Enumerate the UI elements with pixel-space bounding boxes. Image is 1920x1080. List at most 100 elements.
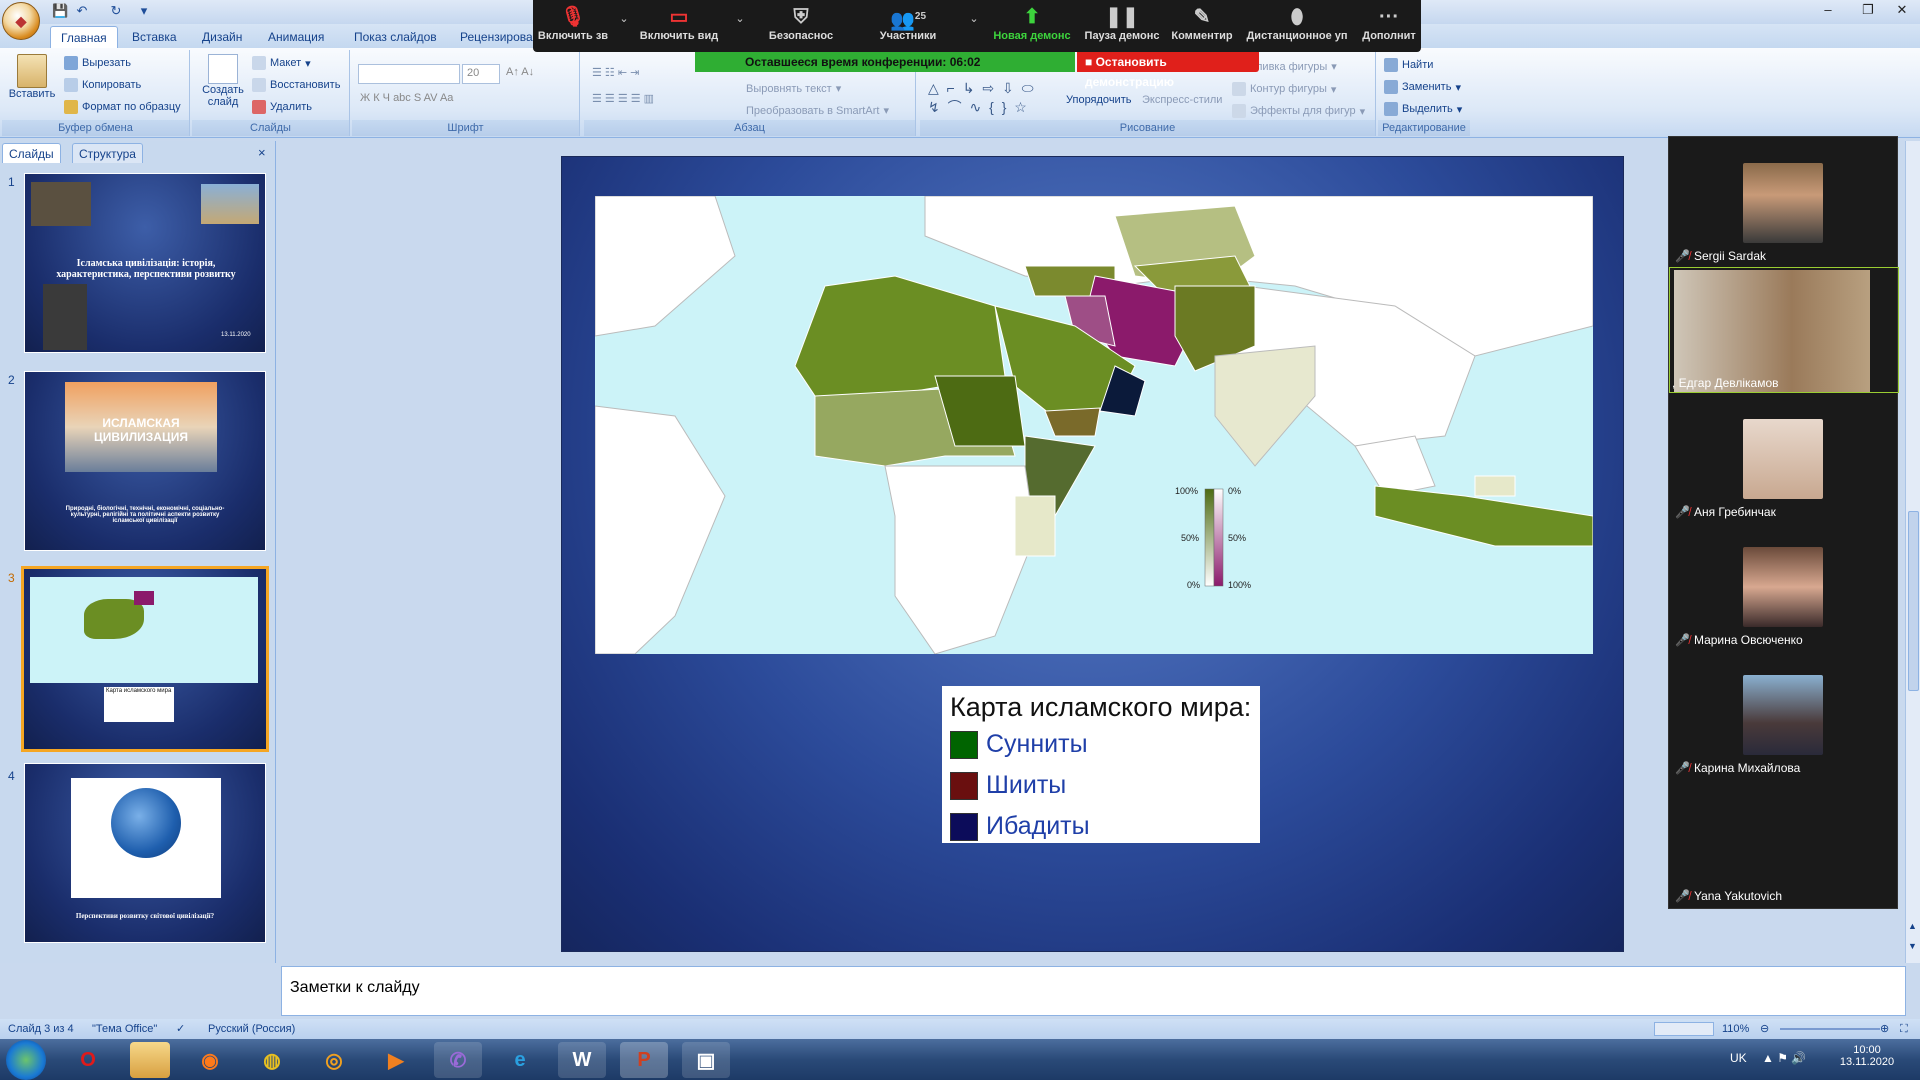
paste-icon: [17, 54, 47, 88]
participant-tile-5[interactable]: 🎤̸ Карина Михайлова: [1669, 649, 1899, 777]
clock[interactable]: 10:00 13.11.2020: [1836, 1044, 1898, 1068]
tab-home[interactable]: Главная: [50, 26, 118, 48]
explorer-icon[interactable]: [130, 1042, 170, 1078]
tab-review[interactable]: Рецензирова: [450, 26, 543, 48]
delete-slide-button[interactable]: Удалить: [252, 100, 312, 114]
undo-icon[interactable]: ↶: [74, 3, 90, 19]
scrollbar-thumb[interactable]: [1908, 511, 1919, 691]
restore-button[interactable]: ❐: [1850, 0, 1886, 20]
pause-share-button[interactable]: ❚❚ Пауза демонс: [1079, 0, 1165, 52]
quick-styles-button[interactable]: Экспресс-стили: [1142, 94, 1222, 106]
format-painter-button[interactable]: Формат по образцу: [64, 100, 181, 114]
zoom-slider[interactable]: [1780, 1028, 1880, 1030]
shape-outline-label: Контур фигуры: [1250, 83, 1327, 95]
shape-fill-button[interactable]: ливка фигуры ▾: [1256, 60, 1337, 74]
audio-options-chevron[interactable]: ⌄: [617, 12, 631, 25]
video-options-chevron[interactable]: ⌄: [733, 12, 747, 25]
save-icon[interactable]: 💾: [52, 3, 68, 19]
font-format-buttons[interactable]: Ж К Ч abc S AV Aa: [360, 92, 453, 104]
zoom-app-icon[interactable]: ▣: [682, 1042, 730, 1078]
slide-thumbnail-4[interactable]: Перспективи розвитку світової цивілізаці…: [24, 763, 266, 943]
edge-icon[interactable]: e: [496, 1042, 544, 1078]
shapes-gallery[interactable]: △ ⌐ ↳ ⇨ ⇩ ⬭ ↯ ⌒ ∿ { } ☆: [928, 80, 1036, 117]
new-share-button[interactable]: ⬆ Новая демонс: [987, 0, 1077, 52]
shape-outline-button[interactable]: Контур фигуры ▾: [1232, 82, 1336, 96]
participant-tile-4[interactable]: 🎤̸ Марина Овсюченко: [1669, 521, 1899, 649]
shape-effects-button[interactable]: Эффекты для фигур ▾: [1232, 104, 1365, 118]
participant-tile-3[interactable]: 🎤̸ Аня Гребинчак: [1669, 393, 1899, 521]
qat-customize-icon[interactable]: ▾: [136, 3, 152, 19]
participants-options-chevron[interactable]: ⌄: [967, 12, 981, 25]
powerpoint-icon[interactable]: P: [620, 1042, 668, 1078]
tab-slideshow[interactable]: Показ слайдов: [344, 26, 447, 48]
zoom-out-icon[interactable]: ⊖: [1760, 1019, 1769, 1039]
reset-button[interactable]: Восстановить: [252, 78, 340, 92]
firefox-icon[interactable]: ◉: [186, 1042, 234, 1078]
list-buttons[interactable]: ☰ ☷ ⇤ ⇥: [592, 66, 639, 79]
arrange-button[interactable]: Упорядочить: [1066, 94, 1131, 106]
start-button[interactable]: [6, 1040, 46, 1080]
annotate-button[interactable]: ✎ Комментир: [1167, 0, 1237, 52]
more-button[interactable]: ··· Дополнит: [1357, 0, 1421, 52]
chrome-icon[interactable]: ◍: [248, 1042, 296, 1078]
mouse-icon: ⬮: [1290, 6, 1304, 28]
slide-number-3: 3: [8, 571, 15, 585]
remote-control-button[interactable]: ⬮ Дистанционное уп: [1239, 0, 1355, 52]
language[interactable]: Русский (Россия): [208, 1019, 295, 1039]
font-name-combo[interactable]: [358, 64, 460, 84]
office-button[interactable]: ◆: [2, 2, 40, 40]
font-size-combo[interactable]: 20: [462, 64, 500, 84]
paste-button[interactable]: Вставить: [9, 54, 55, 100]
cut-button[interactable]: Вырезать: [64, 56, 131, 70]
view-buttons[interactable]: [1654, 1022, 1714, 1036]
slide-scrollbar[interactable]: ▲ ▼: [1905, 141, 1920, 963]
video-button[interactable]: ▭ Включить вид: [637, 0, 721, 52]
close-window-button[interactable]: ✕: [1884, 0, 1920, 20]
security-button[interactable]: ⛨ Безопаснос: [751, 0, 851, 52]
close-pane-icon[interactable]: ×: [258, 145, 266, 160]
prev-slide-icon[interactable]: ▲: [1908, 921, 1917, 931]
media-player-icon[interactable]: ▶: [372, 1042, 420, 1078]
tray-icons[interactable]: ▲ ⚑ 🔊: [1762, 1051, 1806, 1065]
participant-tile-6[interactable]: 🎤̸ Yana Yakutovich: [1669, 777, 1899, 905]
tab-outline[interactable]: Структура: [72, 143, 143, 163]
participant-tile-2[interactable]: , Едгар Девлікамов: [1669, 267, 1899, 393]
select-button[interactable]: Выделить ▾: [1384, 102, 1462, 116]
tab-slides[interactable]: Слайды: [2, 143, 61, 163]
thumb-legend: Карта исламского мира: [104, 687, 174, 722]
input-language[interactable]: UK: [1730, 1051, 1747, 1065]
copy-button[interactable]: Копировать: [64, 78, 141, 92]
mute-button[interactable]: 🎙 Включить зв: [533, 0, 613, 52]
next-slide-icon[interactable]: ▼: [1908, 941, 1917, 951]
redo-icon[interactable]: ↻: [108, 3, 124, 19]
replace-button[interactable]: Заменить ▾: [1384, 80, 1461, 94]
yandex-icon[interactable]: ◎: [310, 1042, 358, 1078]
align-text-button[interactable]: Выровнять текст ▾: [746, 82, 841, 96]
tab-animation[interactable]: Анимация: [258, 26, 334, 48]
find-button[interactable]: Найти: [1384, 58, 1433, 72]
smartart-button[interactable]: Преобразовать в SmartArt ▾: [746, 104, 889, 118]
zoom-in-icon[interactable]: ⊕: [1880, 1019, 1889, 1039]
tab-design[interactable]: Дизайн: [192, 26, 252, 48]
participants-button[interactable]: 👥25 Участники: [853, 0, 963, 52]
slide-thumbnail-2[interactable]: ИСЛАМСКАЯ ЦИВИЛИЗАЦИЯ Природні, біологіч…: [24, 371, 266, 551]
opera-icon[interactable]: O: [64, 1042, 112, 1078]
minimize-button[interactable]: –: [1810, 0, 1846, 20]
participant-avatar-5: [1743, 675, 1823, 755]
layout-button[interactable]: Макет ▾: [252, 56, 311, 70]
viber-icon[interactable]: ✆: [434, 1042, 482, 1078]
map-legend[interactable]: Карта исламского мира: Сунниты Шииты Иба…: [942, 686, 1260, 843]
align-buttons[interactable]: ☰ ☰ ☰ ☰ ▥: [592, 92, 654, 105]
stop-share-button[interactable]: ■ Остановить демонстрацию: [1077, 52, 1259, 89]
zoom-level[interactable]: 110%: [1722, 1019, 1749, 1039]
slide-thumbnail-1[interactable]: Ісламська цивілізація: історія, характер…: [24, 173, 266, 353]
spellcheck-icon[interactable]: ✓: [176, 1019, 185, 1039]
new-slide-button[interactable]: Создать слайд: [200, 54, 246, 108]
word-icon[interactable]: W: [558, 1042, 606, 1078]
tab-insert[interactable]: Вставка: [122, 26, 187, 48]
fit-to-window-icon[interactable]: ⛶: [1900, 1019, 1908, 1039]
participant-tile-1[interactable]: 🎤̸ Sergii Sardak: [1669, 137, 1899, 265]
notes-pane[interactable]: Заметки к слайду: [281, 966, 1906, 1016]
font-grow-icon[interactable]: A↑ A↓: [506, 66, 534, 78]
slide-thumbnail-3[interactable]: Карта исламского мира: [21, 566, 269, 752]
